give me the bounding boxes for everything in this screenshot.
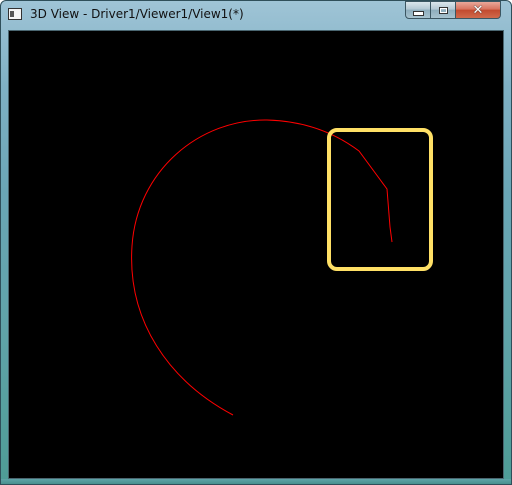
window-title: 3D View - Driver1/Viewer1/View1(*): [30, 7, 244, 21]
title-bar[interactable]: 3D View - Driver1/Viewer1/View1(*) ✕: [1, 1, 511, 29]
maximize-button[interactable]: [430, 1, 456, 19]
highlight-box: [327, 128, 433, 271]
caption-buttons: ✕: [405, 1, 507, 20]
minimize-button[interactable]: [405, 1, 431, 19]
viewer-window: 3D View - Driver1/Viewer1/View1(*) ✕: [0, 0, 512, 485]
close-icon: ✕: [472, 2, 484, 18]
close-button[interactable]: ✕: [455, 1, 501, 19]
3d-viewport[interactable]: [8, 30, 504, 479]
maximize-icon: [438, 6, 448, 14]
app-window-icon[interactable]: [8, 8, 22, 20]
viewport-canvas: [131, 119, 433, 416]
minimize-icon: [412, 11, 424, 16]
window-bottom-border: [1, 479, 511, 484]
